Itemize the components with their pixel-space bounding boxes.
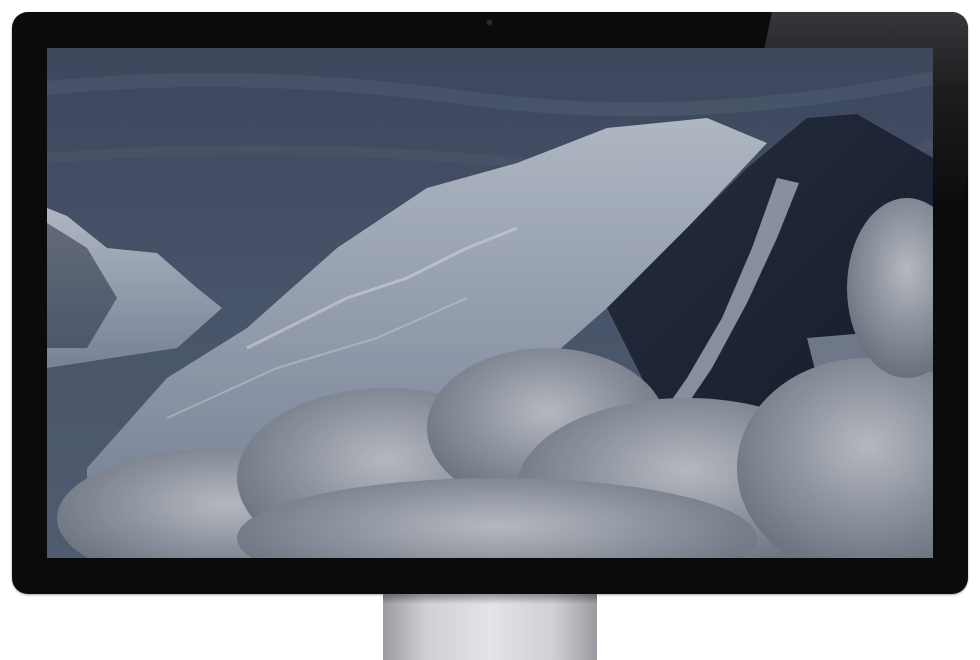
- monitor-mockup: [0, 0, 980, 660]
- monitor-bezel: [12, 12, 968, 594]
- mountain-wallpaper: [47, 48, 933, 558]
- stand-shadow: [383, 594, 597, 604]
- monitor-screen: [47, 48, 933, 558]
- webcam-dot: [486, 19, 493, 26]
